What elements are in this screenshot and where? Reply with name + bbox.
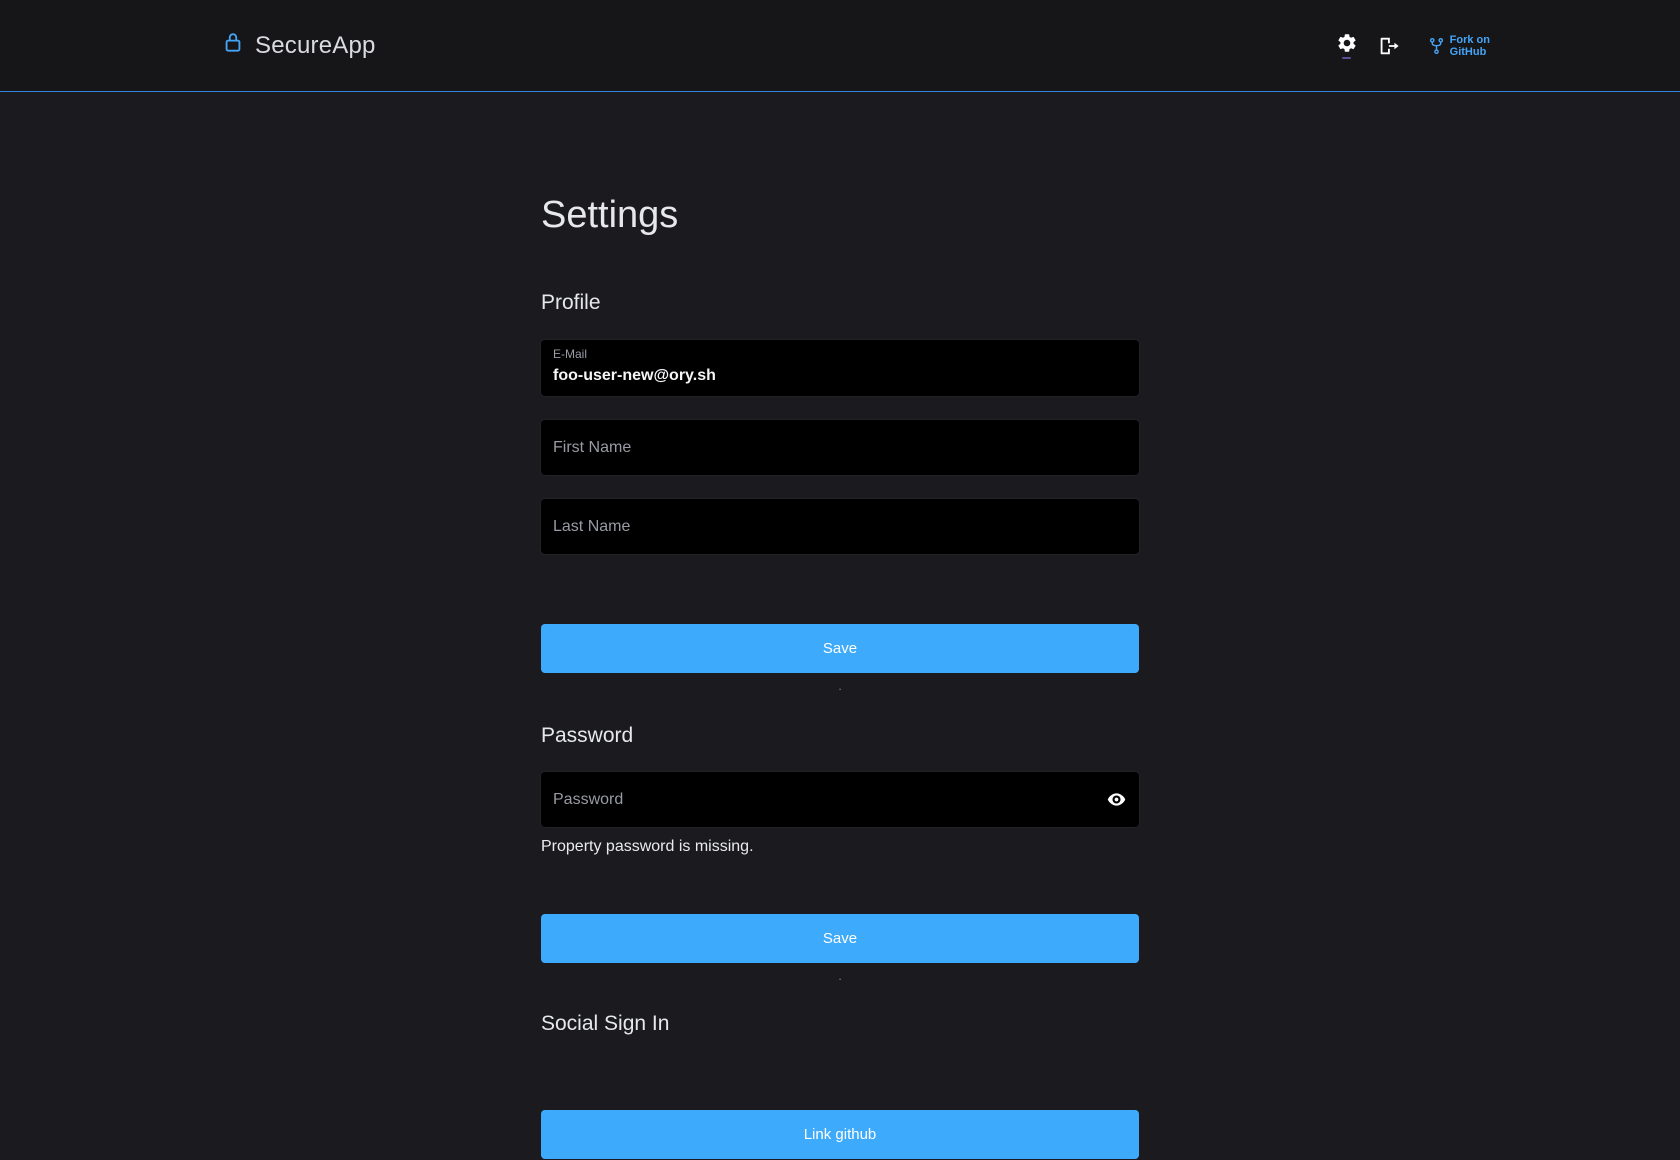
profile-save-button[interactable]: Save (541, 624, 1139, 673)
settings-page: Settings Profile E-Mail Save . Password (541, 192, 1139, 1159)
brand-name: SecureApp (255, 32, 376, 60)
link-github-button[interactable]: Link github (541, 1110, 1139, 1159)
logout-icon (1377, 35, 1399, 57)
email-field[interactable]: E-Mail (541, 340, 1139, 396)
password-field[interactable] (541, 772, 1139, 827)
gear-icon (1336, 32, 1358, 54)
password-input[interactable] (553, 791, 1096, 809)
brand[interactable]: SecureApp (222, 32, 376, 60)
social-sign-in-section: Social Sign In Link github (541, 1011, 1139, 1159)
eye-icon (1106, 789, 1127, 810)
navbar: SecureApp (0, 0, 1680, 92)
page-title: Settings (541, 192, 1139, 238)
password-save-button[interactable]: Save (541, 914, 1139, 963)
first-name-field[interactable] (541, 420, 1139, 475)
profile-heading: Profile (541, 290, 1139, 315)
email-input[interactable] (553, 363, 1127, 389)
password-heading: Password (541, 723, 1139, 748)
active-tab-underline (1342, 57, 1351, 59)
logout-button[interactable] (1375, 31, 1401, 61)
profile-section: Profile E-Mail Save . (541, 290, 1139, 693)
fork-on-github-link[interactable]: Fork on GitHub (1428, 34, 1490, 58)
password-form-note: . (541, 969, 1139, 983)
password-section: Password Property password is missing. S… (541, 723, 1139, 983)
lock-icon (222, 29, 244, 55)
nav-actions: Fork on GitHub (1334, 28, 1490, 63)
profile-form-note: . (541, 679, 1139, 693)
email-field-label: E-Mail (553, 347, 1127, 361)
social-sign-in-heading: Social Sign In (541, 1011, 1139, 1036)
fork-on-github-label: Fork on GitHub (1450, 34, 1490, 58)
last-name-field[interactable] (541, 499, 1139, 554)
toggle-password-visibility-button[interactable] (1106, 789, 1127, 810)
first-name-input[interactable] (553, 439, 1127, 457)
last-name-input[interactable] (553, 518, 1127, 536)
git-fork-icon (1428, 36, 1445, 56)
password-error-message: Property password is missing. (541, 837, 1139, 856)
settings-nav-button[interactable] (1334, 28, 1360, 63)
